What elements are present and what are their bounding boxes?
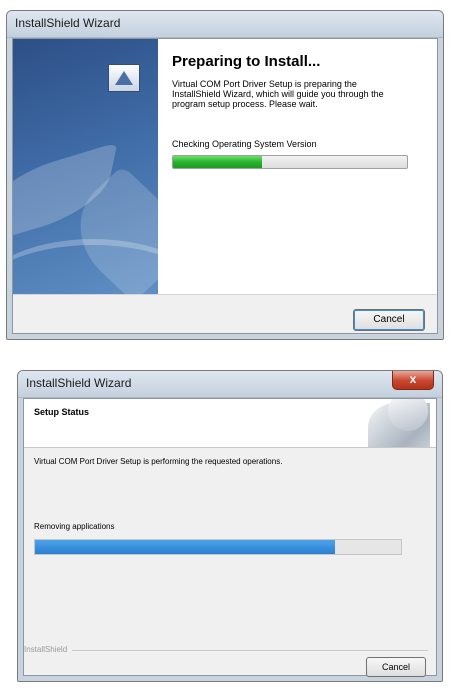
page-curl-icon	[362, 399, 430, 447]
page-title: Preparing to Install...	[172, 53, 321, 70]
cancel-button[interactable]: Cancel	[366, 657, 426, 677]
progress-bar-fill	[35, 540, 336, 554]
progress-bar	[172, 155, 408, 169]
wizard-client-area: Preparing to Install... Virtual COM Port…	[12, 38, 438, 334]
installshield-brand-label: InstallShield	[24, 645, 68, 654]
wizard-header: Setup Status	[24, 399, 436, 448]
description-text: Virtual COM Port Driver Setup is perform…	[34, 457, 283, 466]
description-text: Virtual COM Port Driver Setup is prepari…	[172, 79, 384, 109]
title-bar[interactable]: InstallShield Wizard x	[18, 371, 442, 398]
button-bar: Cancel	[13, 294, 437, 333]
status-text: Checking Operating System Version	[172, 139, 317, 149]
banner-swoosh	[13, 239, 158, 294]
window-title: InstallShield Wizard	[26, 376, 132, 390]
progress-bar-fill	[173, 156, 262, 168]
window-title: InstallShield Wizard	[15, 16, 121, 30]
installshield-window-preparing: InstallShield Wizard Preparing to Instal…	[6, 10, 444, 340]
page-title: Setup Status	[34, 407, 90, 417]
title-bar[interactable]: InstallShield Wizard	[7, 11, 443, 38]
setup-computer-icon	[108, 64, 140, 92]
progress-bar	[34, 539, 402, 555]
wizard-client-area: Setup Status Virtual COM Port Driver Set…	[23, 398, 437, 677]
divider	[72, 650, 428, 651]
wizard-side-banner	[13, 39, 158, 294]
installshield-window-setup-status: InstallShield Wizard x Setup Status Virt…	[17, 370, 443, 682]
status-text: Removing applications	[34, 522, 115, 531]
cancel-button[interactable]: Cancel	[353, 309, 425, 331]
wizard-content: Preparing to Install... Virtual COM Port…	[158, 39, 437, 294]
close-button[interactable]: x	[392, 371, 434, 390]
